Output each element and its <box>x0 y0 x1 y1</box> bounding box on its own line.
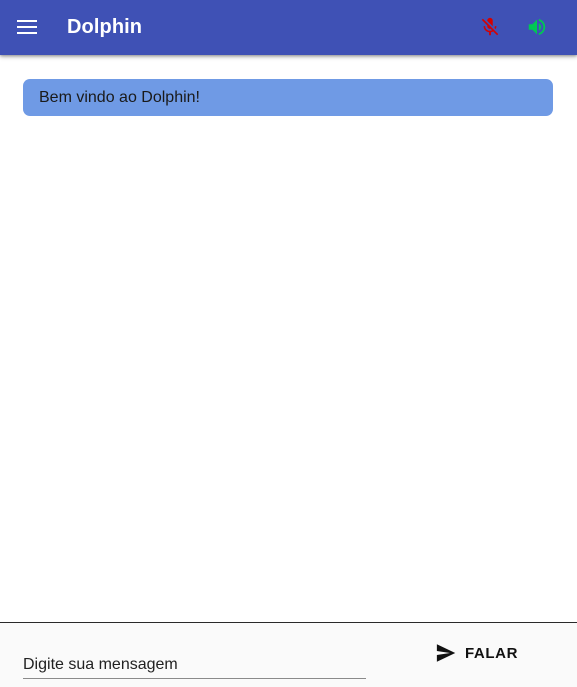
send-icon <box>436 644 456 662</box>
microphone-toggle-button[interactable] <box>475 12 505 42</box>
input-bar: FALAR <box>0 622 577 687</box>
speak-button[interactable]: FALAR <box>428 635 526 671</box>
message-bubble: Bem vindo ao Dolphin! <box>23 79 553 116</box>
menu-button[interactable] <box>11 11 43 43</box>
app-bar: Dolphin <box>0 0 577 55</box>
app-window: Dolphin Bem vindo ao Dolphin! FALAR <box>0 0 577 687</box>
volume-toggle-button[interactable] <box>522 12 552 42</box>
mic-off-icon <box>481 17 499 36</box>
message-input[interactable] <box>23 647 366 679</box>
speak-button-label: FALAR <box>465 644 518 662</box>
menu-icon <box>17 20 37 34</box>
message-text: Bem vindo ao Dolphin! <box>39 88 200 106</box>
chat-area: Bem vindo ao Dolphin! <box>0 55 577 622</box>
volume-up-icon <box>528 18 546 36</box>
app-title: Dolphin <box>67 16 143 38</box>
